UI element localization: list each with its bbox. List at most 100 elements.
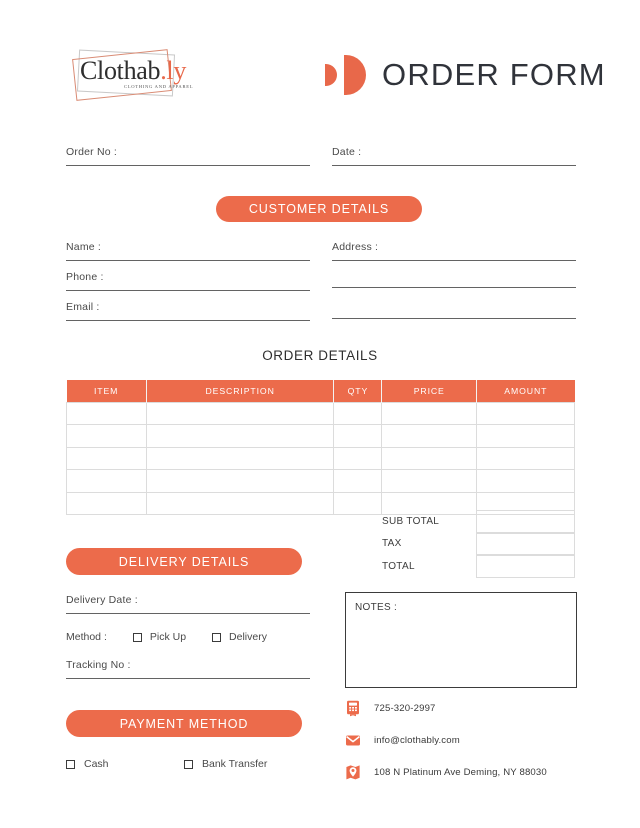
subtotal-row: SUB TOTAL: [382, 510, 575, 533]
checkbox-bank-transfer-label: Bank Transfer: [202, 758, 268, 770]
cell-description[interactable]: [145, 446, 335, 470]
total-row: TOTAL: [382, 555, 575, 578]
table-row[interactable]: [66, 469, 575, 493]
cell-amount[interactable]: [476, 446, 575, 470]
cell-qty[interactable]: [333, 401, 383, 425]
email-label: Email :: [66, 301, 100, 313]
cell-qty[interactable]: [333, 446, 383, 470]
checkbox-pick-up[interactable]: [132, 632, 142, 642]
method-label: Method :: [66, 631, 107, 643]
checkbox-bank-transfer[interactable]: [184, 759, 193, 769]
order-details-table: ITEM DESCRIPTION QTY PRICE AMOUNT: [66, 380, 575, 515]
order-no-label: Order No :: [66, 146, 118, 158]
address-label: Address :: [332, 241, 379, 253]
name-label: Name :: [66, 241, 102, 253]
page-title: ORDER FORM: [382, 57, 606, 92]
phone-label: Phone :: [66, 271, 104, 283]
total-value[interactable]: [476, 555, 575, 578]
checkbox-pick-up-label: Pick Up: [149, 631, 187, 643]
payment-cash-option[interactable]: Cash: [66, 758, 109, 770]
map-pin-icon: [345, 764, 361, 781]
address-rule-2[interactable]: [332, 287, 576, 288]
envelope-icon: [345, 732, 361, 749]
half-circle-small-icon: [325, 64, 337, 86]
contact-address-row: 108 N Platinum Ave Deming, NY 88030: [345, 764, 605, 781]
contact-email-text: info@clothably.com: [374, 735, 460, 746]
column-header-description: DESCRIPTION: [146, 380, 335, 402]
address-field[interactable]: Address :: [332, 241, 576, 261]
checkbox-cash[interactable]: [66, 759, 75, 769]
table-header-row: ITEM DESCRIPTION QTY PRICE AMOUNT: [66, 380, 575, 402]
logo-name-accent: .ly: [160, 56, 187, 85]
cell-description[interactable]: [145, 491, 335, 515]
checkbox-delivery[interactable]: [212, 632, 222, 642]
cell-amount[interactable]: [476, 424, 575, 448]
cell-price[interactable]: [381, 401, 478, 425]
column-header-qty: QTY: [333, 380, 383, 402]
column-header-amount: AMOUNT: [476, 380, 575, 402]
total-label: TOTAL: [382, 560, 415, 572]
tax-value[interactable]: [476, 532, 575, 555]
cell-description[interactable]: [145, 469, 335, 493]
cell-qty[interactable]: [333, 491, 383, 515]
page-header: Clothab.ly CLOTHING AND APPAREL ORDER FO…: [0, 44, 640, 106]
checkbox-cash-label: Cash: [84, 758, 109, 770]
cell-item[interactable]: [66, 401, 147, 425]
cell-item[interactable]: [66, 491, 147, 515]
logo-wordmark: Clothab.ly: [80, 56, 186, 86]
cell-description[interactable]: [145, 401, 335, 425]
date-field[interactable]: Date :: [332, 146, 576, 166]
table-row[interactable]: [66, 401, 575, 425]
delivery-details-banner: DELIVERY DETAILS: [66, 548, 302, 575]
column-header-price: PRICE: [381, 380, 478, 402]
email-rule: [66, 320, 310, 321]
brand-logo: Clothab.ly CLOTHING AND APPAREL: [66, 46, 256, 104]
column-header-item: ITEM: [66, 380, 147, 402]
subtotal-value[interactable]: [476, 510, 575, 533]
subtotal-label: SUB TOTAL: [382, 515, 440, 527]
name-field[interactable]: Name :: [66, 241, 310, 261]
notes-label: NOTES :: [355, 602, 398, 613]
order-details-title: ORDER DETAILS: [262, 348, 378, 363]
cell-price[interactable]: [381, 424, 478, 448]
form-title-group: ORDER FORM: [325, 44, 606, 106]
phone-field[interactable]: Phone :: [66, 271, 310, 291]
totals-block: SUB TOTAL TAX TOTAL: [382, 510, 575, 578]
tax-row: TAX: [382, 532, 575, 555]
cell-amount[interactable]: [476, 469, 575, 493]
table-row[interactable]: [66, 446, 575, 470]
cell-qty[interactable]: [333, 424, 383, 448]
notes-box[interactable]: NOTES :: [345, 592, 577, 688]
table-row[interactable]: [66, 424, 575, 448]
tracking-no-field[interactable]: Tracking No :: [66, 659, 310, 679]
email-field[interactable]: Email :: [66, 301, 310, 321]
order-form-page: Clothab.ly CLOTHING AND APPAREL ORDER FO…: [0, 0, 640, 828]
logo-name-main: Clothab: [80, 56, 161, 85]
delivery-date-rule: [66, 613, 310, 614]
address-rule-1: [332, 260, 576, 261]
cell-price[interactable]: [381, 469, 478, 493]
cell-price[interactable]: [381, 446, 478, 470]
tracking-no-rule: [66, 678, 310, 679]
cell-item[interactable]: [66, 446, 147, 470]
cell-amount[interactable]: [476, 401, 575, 425]
cell-description[interactable]: [145, 424, 335, 448]
delivery-date-label: Delivery Date :: [66, 594, 138, 606]
cell-item[interactable]: [66, 469, 147, 493]
cell-qty[interactable]: [333, 469, 383, 493]
phone-rule: [66, 290, 310, 291]
payment-bank-transfer-option[interactable]: Bank Transfer: [184, 758, 267, 770]
order-no-field[interactable]: Order No :: [66, 146, 310, 166]
cell-item[interactable]: [66, 424, 147, 448]
date-rule: [332, 165, 576, 166]
customer-details-banner: CUSTOMER DETAILS: [216, 196, 422, 222]
payment-method-banner: PAYMENT METHOD: [66, 710, 302, 737]
delivery-date-field[interactable]: Delivery Date :: [66, 594, 310, 614]
phone-icon: [345, 700, 361, 717]
checkbox-delivery-label: Delivery: [229, 631, 267, 643]
half-circle-large-icon: [344, 55, 366, 95]
address-rule-3[interactable]: [332, 318, 576, 319]
logo-tagline: CLOTHING AND APPAREL: [124, 84, 194, 89]
order-no-rule: [66, 165, 310, 166]
contact-phone-text: 725-320-2997: [374, 703, 436, 714]
